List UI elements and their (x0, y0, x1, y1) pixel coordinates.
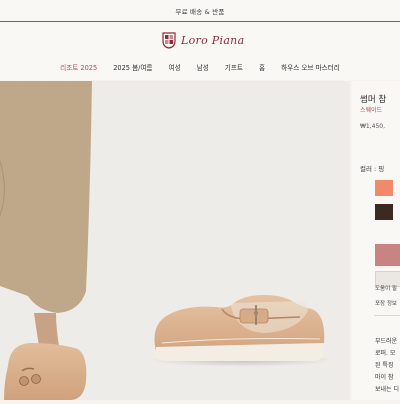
color-swatch-brown[interactable] (375, 204, 393, 220)
description-line: 마이 참 (375, 374, 394, 381)
promo-text: 무료 배송 & 반품 (175, 7, 225, 16)
crest-icon (161, 32, 177, 49)
nav-item-women[interactable]: 여성 (161, 62, 189, 72)
nav-item-home[interactable]: 홈 (251, 62, 273, 72)
description-line: 보내는 디 (375, 386, 399, 393)
promo-bar: 무료 배송 & 반품 (0, 0, 400, 22)
description-line: 로퍼. 모 (375, 350, 396, 357)
nav-item-resort-2025[interactable]: 리조트 2025 (52, 62, 105, 72)
brand-wordmark: Loro Piana (181, 34, 245, 47)
product-name: 썸머 참 (360, 95, 387, 105)
nav-item-men[interactable]: 남성 (189, 62, 217, 72)
description-line: 된 특징 (375, 362, 394, 369)
nav-item-spring-summer-2025[interactable]: 2025 봄/여름 (105, 62, 160, 72)
nav-item-house-of-mastery[interactable]: 하우스 오브 마스터리 (273, 62, 348, 72)
model-lifestyle-image (0, 81, 116, 400)
color-swatch-coral[interactable] (375, 180, 393, 196)
nav-item-gifts[interactable]: 기프트 (217, 62, 251, 72)
product-material: 스웨이드 (360, 107, 383, 114)
product-price: ₩1,450, (360, 123, 386, 130)
add-to-cart-button[interactable] (375, 244, 400, 266)
color-label: 컬러 : 핑 (360, 165, 385, 173)
main-nav: 리조트 2025 2025 봄/여름 여성 남성 기프트 홈 하우스 오브 마스… (0, 62, 400, 72)
product-info-panel: 썸머 참 스웨이드 ₩1,450, 컬러 : 핑 도움이 필 포장 정보 부드러… (352, 81, 400, 400)
packaging-info[interactable]: 포장 정보 (375, 299, 397, 307)
divider (374, 315, 400, 316)
help-text[interactable]: 도움이 필 (375, 284, 397, 292)
product-image[interactable] (116, 81, 350, 400)
description-line: 부드러운 (375, 338, 398, 345)
brand-logo[interactable]: Loro Piana (161, 32, 244, 49)
site-header: Loro Piana 리조트 2025 2025 봄/여름 여성 남성 기프트 … (0, 22, 400, 80)
